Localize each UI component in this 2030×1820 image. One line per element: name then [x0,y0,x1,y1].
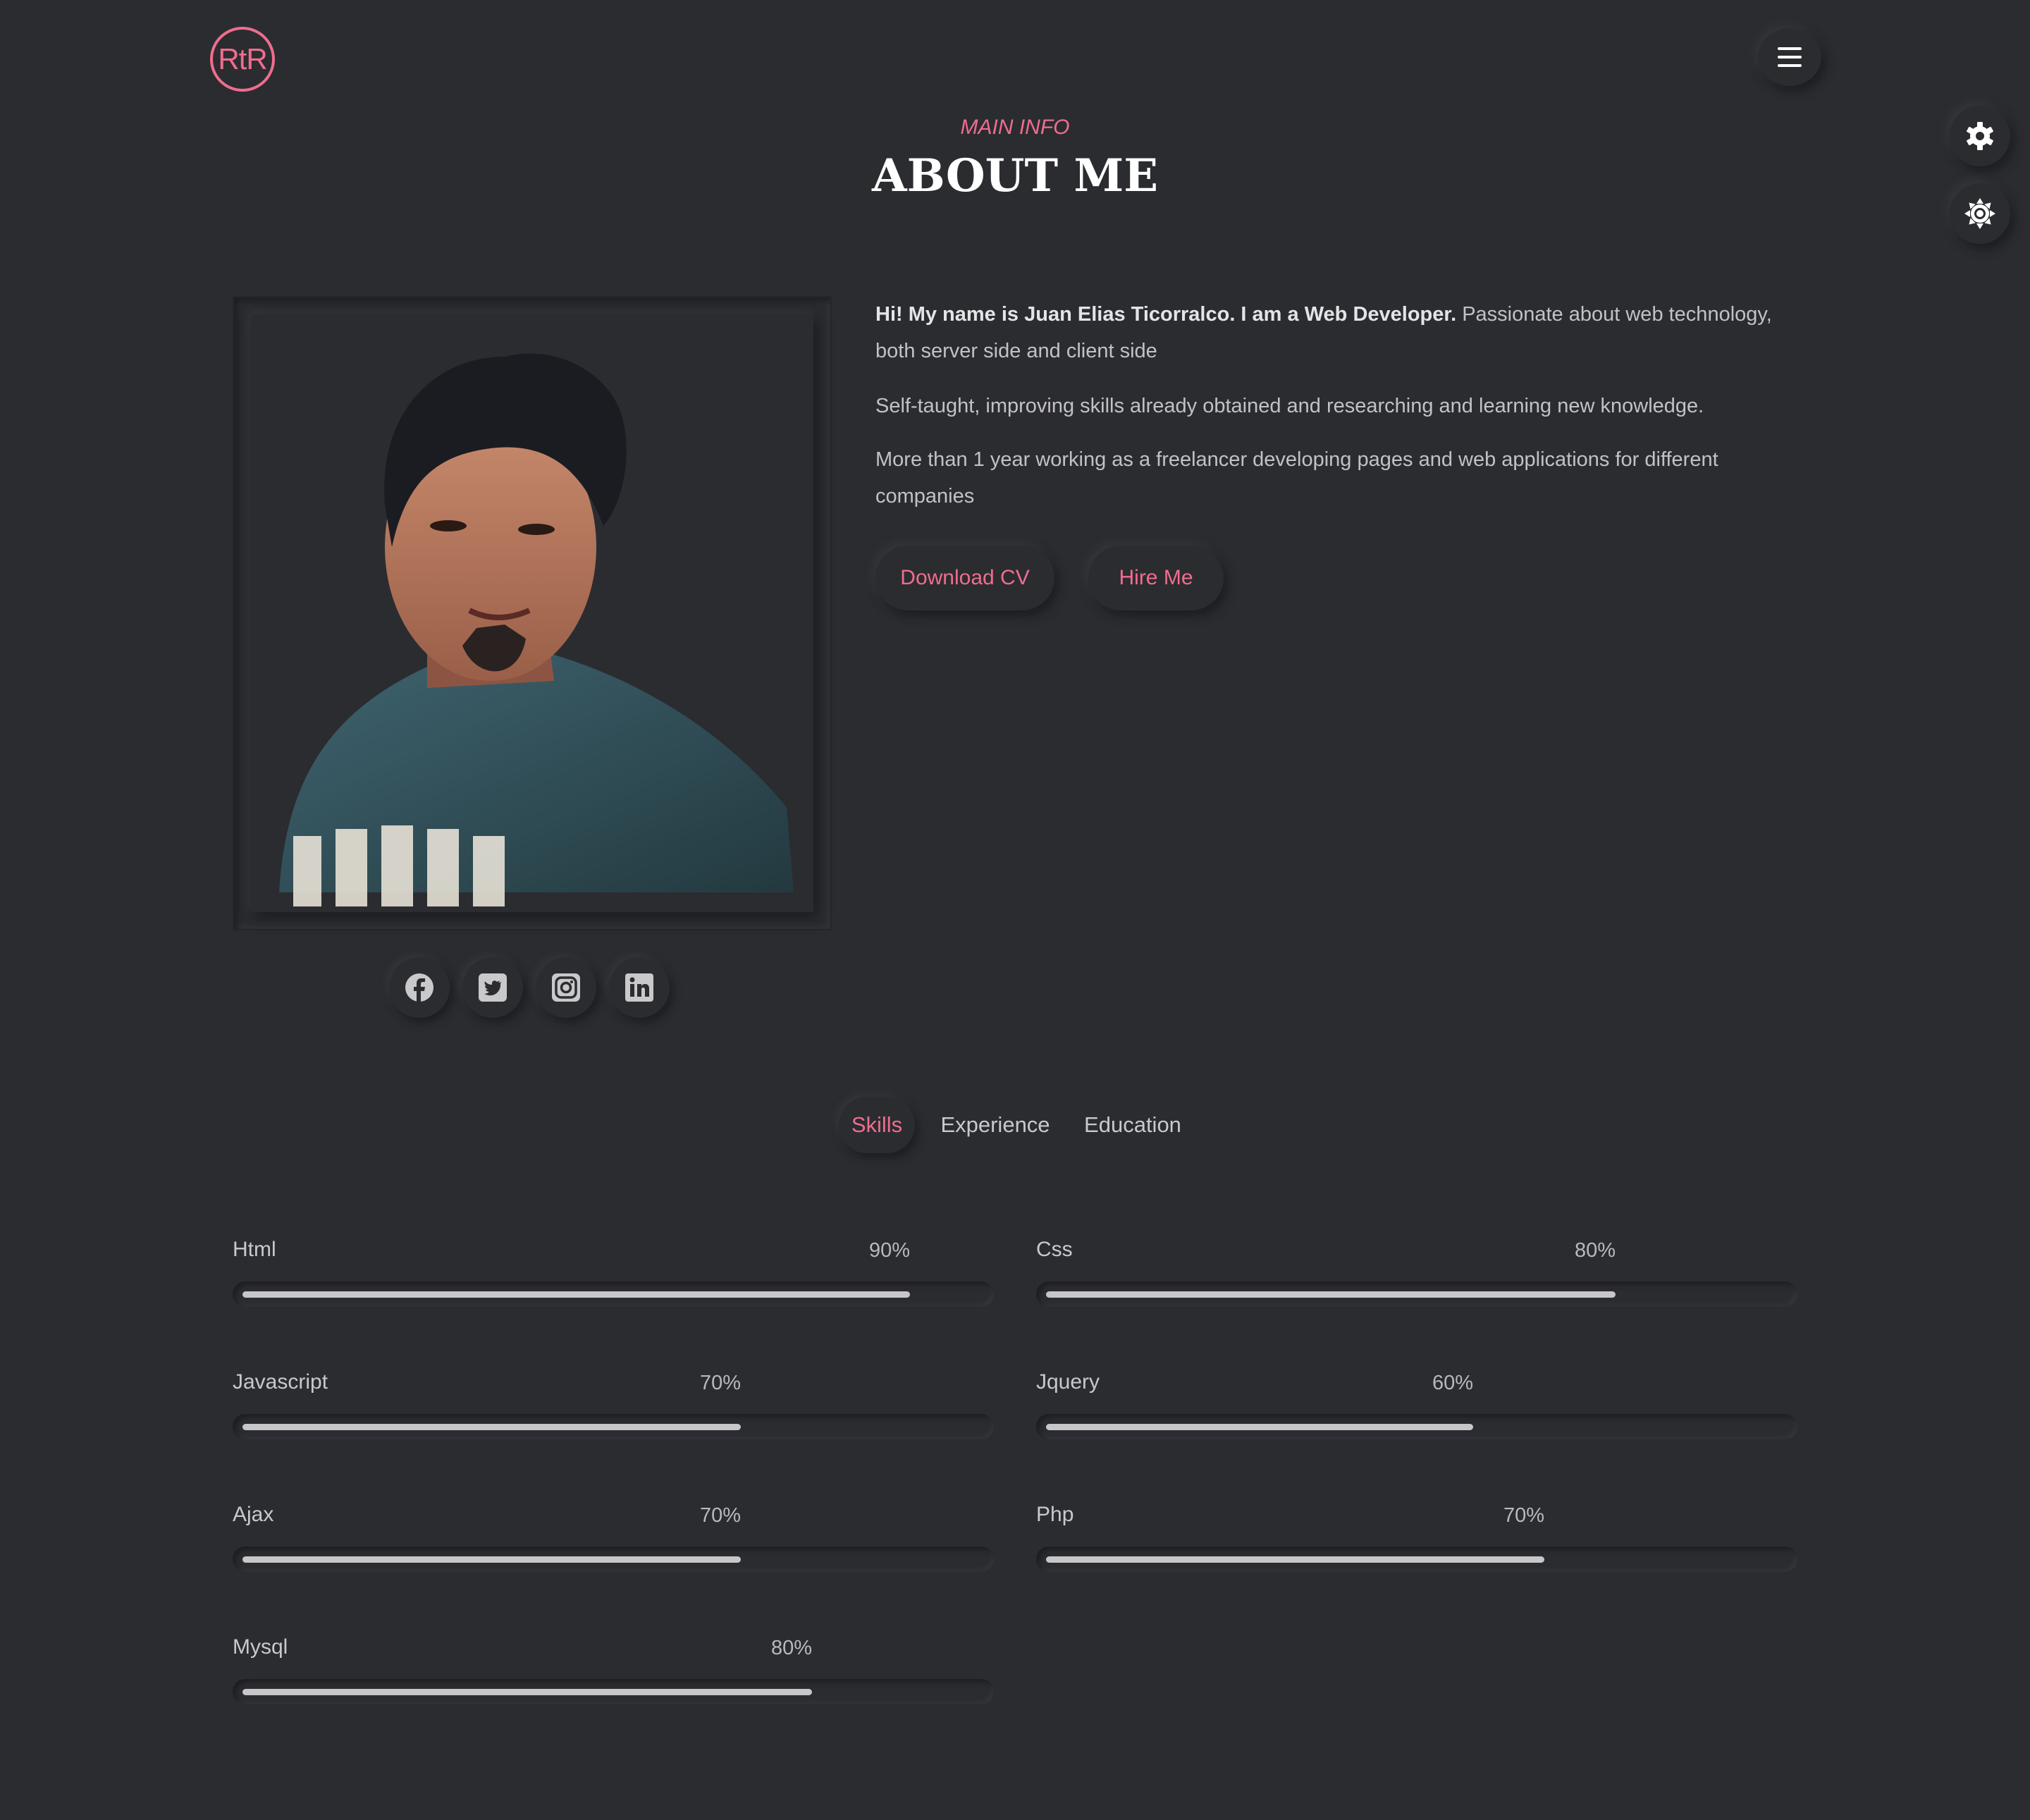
skill-item: Html 90% [233,1238,994,1336]
skill-name: Html [233,1238,276,1261]
skill-progress-track [1036,1547,1797,1572]
portrait-image [251,314,813,912]
bio-intro-bold: Hi! My name is Juan Elias Ticorralco. I … [875,303,1457,326]
section-title: ABOUT ME [871,149,1159,202]
bio: Hi! My name is Juan Elias Ticorralco. I … [875,296,1813,536]
skill-progress-track [1036,1281,1797,1307]
section-subtitle: MAIN INFO [960,116,1070,139]
skill-progress-track [233,1414,994,1439]
skill-progress-fill [242,1689,812,1695]
skill-name: Jquery [1036,1370,1100,1394]
skill-name: Javascript [233,1370,328,1394]
linkedin-link[interactable] [609,957,670,1018]
skill-percent: 80% [1574,1239,1616,1262]
skill-item: Jquery 60% [1036,1370,1797,1469]
instagram-icon [552,973,580,1002]
profile-photo [251,314,813,912]
skill-name: Mysql [233,1635,288,1659]
menu-button[interactable] [1758,28,1821,86]
tab-education[interactable]: Education [1077,1097,1188,1153]
skill-percent: 70% [699,1372,741,1394]
skill-percent: 70% [1503,1504,1544,1527]
skill-item: Php 70% [1036,1503,1797,1601]
skill-item: Ajax 70% [233,1503,994,1601]
twitter-link[interactable] [462,957,523,1018]
skill-progress-track [233,1679,994,1704]
linkedin-icon [625,973,653,1002]
logo[interactable]: RtR [210,27,275,92]
download-cv-button[interactable]: Download CV [875,546,1054,610]
skill-progress-track [233,1547,994,1572]
skill-name: Ajax [233,1503,274,1526]
skill-percent: 90% [868,1239,910,1262]
skill-name: Php [1036,1503,1074,1526]
skill-progress-fill [242,1424,741,1430]
social-links [389,957,678,1021]
skill-progress-track [233,1281,994,1307]
sun-icon [1964,198,1995,229]
facebook-icon [405,973,433,1002]
skill-progress-fill [242,1556,741,1563]
skill-item: Mysql 80% [233,1635,994,1734]
skill-progress-track [1036,1414,1797,1439]
logo-text: RtR [218,42,267,75]
instagram-link[interactable] [536,957,596,1018]
bio-intro: Hi! My name is Juan Elias Ticorralco. I … [875,296,1813,369]
skill-progress-fill [242,1291,910,1298]
bio-paragraph-3: More than 1 year working as a freelancer… [875,448,1718,508]
twitter-icon [479,973,507,1002]
skill-item: Css 80% [1036,1238,1797,1336]
facebook-link[interactable] [389,957,450,1018]
tab-experience[interactable]: Experience [937,1097,1053,1153]
skill-progress-fill [1046,1556,1544,1563]
skill-name: Css [1036,1238,1073,1261]
tab-skills[interactable]: Skills [839,1097,915,1153]
skill-item: Javascript 70% [233,1370,994,1469]
skill-percent: 70% [699,1504,741,1527]
skill-percent: 60% [1432,1372,1473,1394]
hire-me-button[interactable]: Hire Me [1088,546,1224,610]
bio-paragraph-2: Self-taught, improving skills already ob… [875,395,1704,417]
skill-percent: 80% [770,1637,812,1659]
skill-progress-fill [1046,1291,1616,1298]
hamburger-icon [1778,47,1802,67]
skill-progress-fill [1046,1424,1473,1430]
